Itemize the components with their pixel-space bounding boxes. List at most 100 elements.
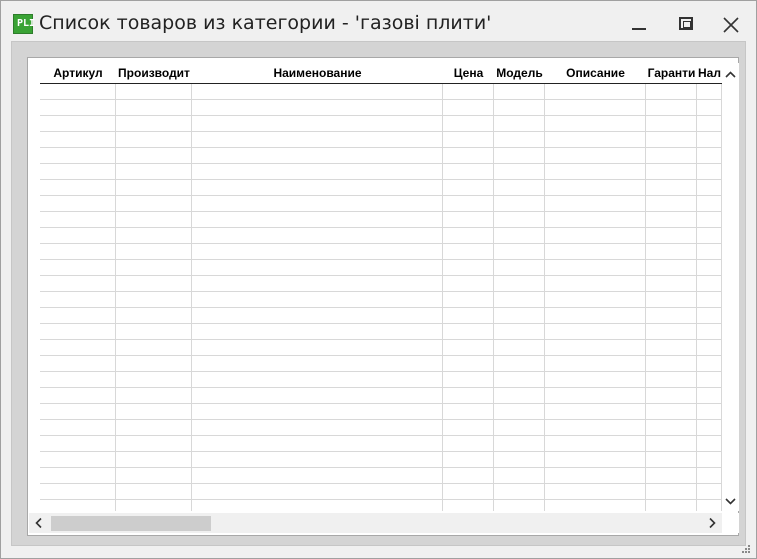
table-cell-model[interactable] bbox=[494, 436, 545, 451]
table-cell-price[interactable] bbox=[443, 452, 494, 467]
product-grid[interactable]: Артикул Производит Наименование Цена Модель О… bbox=[40, 63, 722, 511]
table-cell-stock[interactable] bbox=[697, 132, 722, 147]
table-cell-article[interactable] bbox=[40, 212, 116, 227]
table-cell-price[interactable] bbox=[443, 180, 494, 195]
table-cell-name[interactable] bbox=[192, 388, 443, 403]
table-cell-warranty[interactable] bbox=[646, 404, 697, 419]
table-cell-price[interactable] bbox=[443, 324, 494, 339]
table-cell-name[interactable] bbox=[192, 356, 443, 371]
table-cell-stock[interactable] bbox=[697, 260, 722, 275]
table-cell-price[interactable] bbox=[443, 404, 494, 419]
table-cell-manufacturer[interactable] bbox=[116, 132, 192, 147]
table-cell-description[interactable] bbox=[545, 356, 646, 371]
table-cell-warranty[interactable] bbox=[646, 116, 697, 131]
table-cell-article[interactable] bbox=[40, 84, 116, 99]
table-row[interactable] bbox=[40, 292, 722, 308]
table-cell-warranty[interactable] bbox=[646, 292, 697, 307]
table-cell-article[interactable] bbox=[40, 420, 116, 435]
table-cell-manufacturer[interactable] bbox=[116, 180, 192, 195]
column-header-model[interactable]: Модель bbox=[494, 63, 545, 83]
table-cell-model[interactable] bbox=[494, 212, 545, 227]
table-cell-description[interactable] bbox=[545, 452, 646, 467]
scroll-left-button[interactable] bbox=[29, 513, 49, 533]
table-cell-name[interactable] bbox=[192, 468, 443, 483]
scroll-up-button[interactable] bbox=[722, 65, 739, 85]
table-cell-stock[interactable] bbox=[697, 468, 722, 483]
table-cell-description[interactable] bbox=[545, 436, 646, 451]
table-cell-model[interactable] bbox=[494, 116, 545, 131]
table-cell-article[interactable] bbox=[40, 276, 116, 291]
table-cell-article[interactable] bbox=[40, 340, 116, 355]
column-header-stock[interactable]: Нал bbox=[697, 63, 722, 83]
table-cell-manufacturer[interactable] bbox=[116, 116, 192, 131]
table-cell-manufacturer[interactable] bbox=[116, 164, 192, 179]
table-cell-article[interactable] bbox=[40, 180, 116, 195]
table-cell-model[interactable] bbox=[494, 404, 545, 419]
table-cell-price[interactable] bbox=[443, 420, 494, 435]
table-cell-manufacturer[interactable] bbox=[116, 324, 192, 339]
table-row[interactable] bbox=[40, 356, 722, 372]
table-row[interactable] bbox=[40, 180, 722, 196]
table-cell-warranty[interactable] bbox=[646, 164, 697, 179]
maximize-button[interactable] bbox=[663, 9, 709, 39]
table-cell-description[interactable] bbox=[545, 100, 646, 115]
table-row[interactable] bbox=[40, 308, 722, 324]
table-cell-stock[interactable] bbox=[697, 228, 722, 243]
table-cell-warranty[interactable] bbox=[646, 148, 697, 163]
table-cell-model[interactable] bbox=[494, 196, 545, 211]
table-cell-manufacturer[interactable] bbox=[116, 388, 192, 403]
table-cell-stock[interactable] bbox=[697, 452, 722, 467]
table-cell-warranty[interactable] bbox=[646, 244, 697, 259]
table-cell-model[interactable] bbox=[494, 276, 545, 291]
table-row[interactable] bbox=[40, 436, 722, 452]
table-cell-manufacturer[interactable] bbox=[116, 228, 192, 243]
table-cell-price[interactable] bbox=[443, 292, 494, 307]
table-cell-price[interactable] bbox=[443, 340, 494, 355]
table-cell-model[interactable] bbox=[494, 180, 545, 195]
table-cell-warranty[interactable] bbox=[646, 180, 697, 195]
table-cell-description[interactable] bbox=[545, 84, 646, 99]
table-cell-article[interactable] bbox=[40, 308, 116, 323]
table-cell-manufacturer[interactable] bbox=[116, 276, 192, 291]
table-cell-name[interactable] bbox=[192, 308, 443, 323]
table-cell-warranty[interactable] bbox=[646, 132, 697, 147]
table-cell-warranty[interactable] bbox=[646, 100, 697, 115]
table-cell-name[interactable] bbox=[192, 420, 443, 435]
table-row[interactable] bbox=[40, 244, 722, 260]
table-cell-manufacturer[interactable] bbox=[116, 404, 192, 419]
table-cell-manufacturer[interactable] bbox=[116, 100, 192, 115]
table-cell-price[interactable] bbox=[443, 500, 494, 511]
table-cell-stock[interactable] bbox=[697, 196, 722, 211]
table-cell-warranty[interactable] bbox=[646, 356, 697, 371]
table-cell-model[interactable] bbox=[494, 244, 545, 259]
table-cell-price[interactable] bbox=[443, 100, 494, 115]
table-cell-model[interactable] bbox=[494, 148, 545, 163]
vertical-scrollbar[interactable] bbox=[722, 63, 739, 511]
table-cell-warranty[interactable] bbox=[646, 484, 697, 499]
column-header-manufacturer[interactable]: Производит bbox=[116, 63, 192, 83]
table-cell-description[interactable] bbox=[545, 324, 646, 339]
table-cell-price[interactable] bbox=[443, 372, 494, 387]
table-cell-price[interactable] bbox=[443, 276, 494, 291]
table-cell-stock[interactable] bbox=[697, 180, 722, 195]
table-cell-stock[interactable] bbox=[697, 484, 722, 499]
table-cell-warranty[interactable] bbox=[646, 260, 697, 275]
table-cell-stock[interactable] bbox=[697, 276, 722, 291]
table-cell-name[interactable] bbox=[192, 100, 443, 115]
table-cell-description[interactable] bbox=[545, 116, 646, 131]
table-cell-stock[interactable] bbox=[697, 500, 722, 511]
table-cell-name[interactable] bbox=[192, 84, 443, 99]
table-cell-model[interactable] bbox=[494, 228, 545, 243]
table-cell-article[interactable] bbox=[40, 164, 116, 179]
table-row[interactable] bbox=[40, 228, 722, 244]
table-cell-warranty[interactable] bbox=[646, 436, 697, 451]
table-cell-name[interactable] bbox=[192, 164, 443, 179]
table-cell-manufacturer[interactable] bbox=[116, 452, 192, 467]
table-cell-description[interactable] bbox=[545, 404, 646, 419]
table-cell-article[interactable] bbox=[40, 244, 116, 259]
table-cell-price[interactable] bbox=[443, 148, 494, 163]
table-cell-stock[interactable] bbox=[697, 164, 722, 179]
table-cell-model[interactable] bbox=[494, 340, 545, 355]
table-row[interactable] bbox=[40, 340, 722, 356]
table-cell-model[interactable] bbox=[494, 420, 545, 435]
